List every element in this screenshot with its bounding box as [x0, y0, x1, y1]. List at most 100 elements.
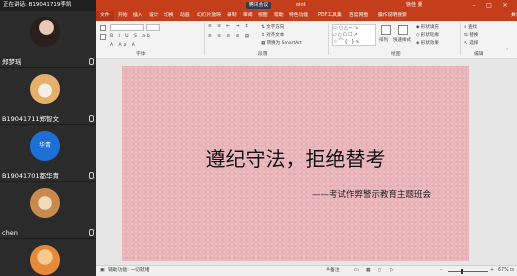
participant-name: chen [2, 229, 18, 237]
powerpoint-window: 腾讯会议 oint 徐佳 夏 – □ ✕ 文件 开始 插入 设计 切换 动画 幻… [96, 0, 517, 276]
window-title: oint [296, 0, 306, 11]
slide-title[interactable]: 遵纪守法，拒绝替考 [122, 143, 469, 172]
maximize-icon[interactable]: □ [483, 0, 495, 11]
microphone-icon [89, 58, 94, 65]
paste-icon[interactable] [100, 25, 106, 31]
participant-tile[interactable] [0, 239, 96, 276]
align-buttons[interactable]: ≡ ≡ ≡ ≡ ▤ [208, 34, 251, 39]
accessibility-status[interactable]: 辅助功能: 一切就绪 [108, 266, 150, 276]
select-button[interactable]: ↖ 选择 [464, 40, 478, 46]
zoom-in-icon[interactable]: + [490, 266, 494, 276]
tab-special-features[interactable]: 特色功能 [289, 11, 308, 21]
tab-home[interactable]: 开始 [118, 11, 128, 21]
tab-pdf-tools[interactable]: PDF工具集 [318, 11, 342, 21]
tab-review[interactable]: 审阅 [243, 11, 253, 21]
group-label-drawing: 绘图 [391, 52, 401, 57]
tab-baidu-netdisk[interactable]: 百度网盘 [349, 11, 368, 21]
group-label-editing: 编辑 [474, 52, 484, 57]
title-bar: 腾讯会议 oint 徐佳 夏 – □ ✕ [96, 0, 517, 11]
group-divider [328, 23, 329, 55]
font-size-dropdown[interactable] [146, 24, 160, 31]
zoom-slider[interactable] [448, 269, 488, 274]
slideshow-view-icon[interactable]: ▷ [390, 266, 394, 276]
avatar [30, 245, 60, 275]
tab-record[interactable]: 录制 [227, 11, 237, 21]
tab-view[interactable]: 视图 [258, 11, 268, 21]
reading-view-icon[interactable]: ▯ [378, 266, 381, 276]
tab-file[interactable]: 文件 [96, 11, 114, 21]
avatar [30, 17, 60, 47]
ribbon-tabs: 文件 开始 插入 设计 切换 动画 幻灯片放映 录制 审阅 视图 帮助 特色功能… [96, 11, 517, 21]
notes-label: 备注 [330, 268, 340, 273]
tab-transitions[interactable]: 切换 [164, 11, 174, 21]
font-format-buttons[interactable]: B I U S ab [110, 34, 152, 39]
clipboard-icon[interactable] [100, 34, 106, 40]
replace-button[interactable]: ⇆ 替换 [464, 32, 478, 38]
avatar: 华青 [30, 131, 60, 161]
shape-effects-label: 形状效果 [420, 41, 439, 46]
participant-tile[interactable]: 华青 B19041701都华青 [0, 125, 96, 181]
list-buttons[interactable]: ≡ ≡ ⇤ ⇥ ↕ [208, 24, 251, 29]
avatar-initials: 华青 [38, 142, 51, 149]
shapes-gallery[interactable]: ▭○△⌐↘ ▱◇⬠☐↗ ☆⌒{ }∿ [332, 24, 376, 46]
shape-outline-label: 形状轮廓 [420, 33, 439, 38]
text-direction-label: 文字方向 [266, 25, 285, 30]
align-text-button[interactable]: ⇕ 对齐文本 [261, 32, 284, 38]
ribbon: B I U S ab A Aa A 字体 ≡ ≡ ⇤ ⇥ ↕ ≡ ≡ ≡ ≡ ▤… [96, 21, 517, 59]
participant-tile[interactable]: chen [0, 182, 96, 238]
zoom-level[interactable]: 67% [498, 266, 509, 276]
tab-help[interactable]: 帮助 [274, 11, 284, 21]
microphone-icon [89, 172, 94, 179]
avatar [30, 74, 60, 104]
zoom-out-icon[interactable]: – [440, 266, 442, 276]
slide-workspace: 遵纪守法，拒绝替考 ——考试作弊警示教育主题班会 [96, 59, 517, 265]
quick-styles-icon[interactable] [398, 25, 408, 35]
text-direction-button[interactable]: ⇅ 文字方向 [261, 24, 284, 30]
font-color-buttons[interactable]: A Aa A [110, 43, 137, 48]
share-label: 共享 [511, 13, 517, 18]
tab-design[interactable]: 设计 [149, 11, 159, 21]
speaking-indicator: 正在讲话: B19041719李凯 [3, 2, 72, 8]
zoom-slider-thumb[interactable] [460, 269, 463, 274]
shape-effects-button[interactable]: ◈ 形状效果 [416, 40, 439, 46]
smartart-label: 转换为 SmartArt [266, 41, 302, 46]
minimize-icon[interactable]: – [468, 0, 480, 11]
microphone-icon [89, 229, 94, 236]
slide-subtitle[interactable]: ——考试作弊警示教育主题班会 [312, 188, 431, 200]
arrange-button[interactable]: 排列 [379, 37, 388, 43]
arrange-icon[interactable] [381, 25, 391, 35]
slide-canvas[interactable]: 遵纪守法，拒绝替考 ——考试作弊警示教育主题班会 [122, 66, 469, 261]
slide-sorter-icon[interactable]: ▦ [366, 266, 371, 276]
participant-tile[interactable]: 郑梦瑶 [0, 11, 96, 67]
participant-tile[interactable]: B19041711郑智文 [0, 68, 96, 124]
shape-fill-label: 形状填充 [420, 25, 439, 30]
normal-view-icon[interactable]: ▭ [354, 266, 359, 276]
smartart-button[interactable]: ▦ 转换为 SmartArt [261, 40, 302, 46]
tell-me-label: 操作说明搜索 [378, 13, 407, 18]
find-button[interactable]: ⌕ 查找 [464, 24, 477, 30]
shape-fill-button[interactable]: ◆ 形状填充 [416, 24, 439, 30]
tab-slideshow[interactable]: 幻灯片放映 [197, 11, 221, 21]
tab-animations[interactable]: 动画 [180, 11, 190, 21]
select-label: 选择 [469, 41, 479, 46]
group-label-font: 字体 [136, 52, 146, 57]
group-divider [204, 23, 205, 55]
replace-label: 替换 [469, 33, 479, 38]
collapse-ribbon-icon[interactable]: ˄ [506, 49, 508, 54]
user-name[interactable]: 徐佳 夏 [406, 0, 423, 11]
participant-panel: 正在讲话: B19041719李凯 郑梦瑶 B19041711郑智文 华青 B1… [0, 0, 96, 276]
avatar [30, 188, 60, 218]
shape-outline-button[interactable]: ◇ 形状轮廓 [416, 32, 439, 38]
quick-styles-button[interactable]: 快速样式 [393, 37, 411, 43]
microphone-icon [89, 115, 94, 122]
group-divider [460, 23, 461, 55]
window-title-text: oint [296, 2, 306, 8]
notes-button[interactable]: ≙ 备注 [326, 266, 340, 276]
font-name-dropdown[interactable] [110, 24, 144, 31]
fit-slide-icon[interactable]: ⊡ [510, 266, 514, 276]
recording-badge[interactable]: 腾讯会议 [246, 2, 272, 9]
close-icon[interactable]: ✕ [499, 0, 511, 11]
find-label: 查找 [467, 25, 477, 30]
tab-insert[interactable]: 插入 [133, 11, 143, 21]
participant-name: B19041701都华青 [2, 172, 60, 180]
